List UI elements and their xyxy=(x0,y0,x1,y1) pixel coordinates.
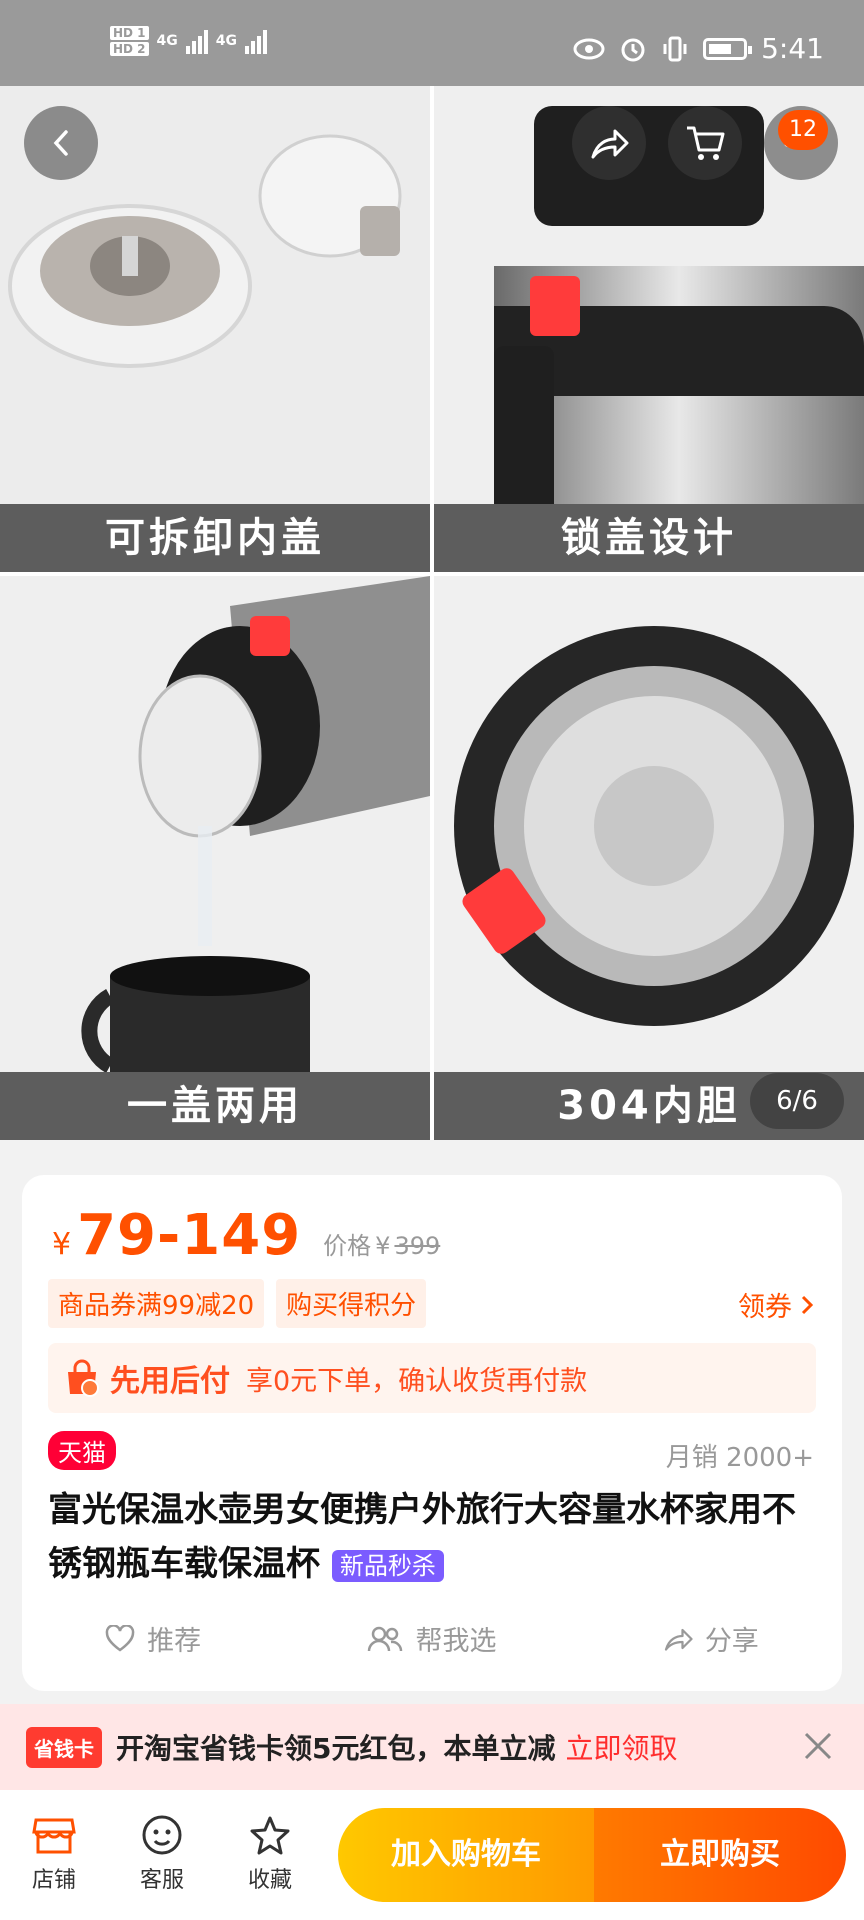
buy-now-button[interactable]: 立即购买 xyxy=(594,1808,846,1902)
gallery-caption: 可拆卸内盖 xyxy=(0,504,430,572)
points-tag[interactable]: 购买得积分 xyxy=(276,1279,427,1328)
promo-text: 开淘宝省钱卡领5元红包，本单立减 xyxy=(116,1732,556,1765)
signal-icon-2 xyxy=(245,28,267,54)
shop-button[interactable]: 店铺 xyxy=(14,1814,94,1894)
add-to-cart-button[interactable]: 加入购物车 xyxy=(338,1808,594,1902)
product-actions: 推荐 帮我选 分享 xyxy=(22,1619,842,1658)
share-action-button[interactable]: 分享 xyxy=(663,1619,759,1658)
share-icon xyxy=(591,129,629,159)
cart-button[interactable] xyxy=(668,106,742,180)
claim-now-link[interactable]: 立即领取 xyxy=(565,1727,677,1767)
gallery-tile-dual-use-lid: 一盖两用 xyxy=(0,576,430,1140)
product-info-card: ¥ 79-149 价格 ¥ 399 商品券满99减20 购买得积分 领券 先用后… xyxy=(22,1175,842,1691)
gallery-page-indicator: 6/6 xyxy=(750,1073,844,1129)
cart-icon xyxy=(687,126,725,160)
product-title: 富光保温水壶男女便携户外旅行大容量水杯家用不锈钢瓶车载保温杯 新品秒杀 xyxy=(48,1483,818,1593)
status-signal-group: HD 1 HD 2 4G 4G xyxy=(110,26,267,56)
share-button[interactable] xyxy=(572,106,646,180)
pay-later-banner[interactable]: 先用后付 享0元下单，确认收货再付款 xyxy=(48,1343,816,1413)
get-coupon-link[interactable]: 领券 xyxy=(738,1285,814,1324)
battery-icon xyxy=(703,37,753,60)
favorite-label: 收藏 xyxy=(247,1868,292,1893)
original-price-label: 价格 xyxy=(323,1232,372,1260)
alarm-icon xyxy=(621,38,645,61)
net2-label: 4G xyxy=(215,33,237,49)
favorite-button[interactable]: 收藏 xyxy=(230,1814,310,1894)
net1-label: 4G xyxy=(156,33,178,49)
users-icon xyxy=(368,1626,403,1651)
savings-card-promo[interactable]: 省钱卡 开淘宝省钱卡领5元红包，本单立减 立即领取 xyxy=(0,1704,864,1790)
share-label: 分享 xyxy=(704,1626,759,1657)
tmall-badge: 天猫 xyxy=(48,1431,116,1470)
pay-later-desc: 享0元下单，确认收货再付款 xyxy=(246,1365,588,1397)
hd-indicators: HD 1 HD 2 xyxy=(110,26,149,56)
recommend-label: 推荐 xyxy=(147,1626,202,1657)
shopping-bag-icon xyxy=(68,1359,99,1397)
gallery-caption: 一盖两用 xyxy=(0,1072,430,1140)
back-button[interactable] xyxy=(24,106,98,180)
close-icon[interactable] xyxy=(798,1726,838,1766)
new-flash-sale-tag: 新品秒杀 xyxy=(331,1549,444,1582)
gallery-tile-304-liner: 304内胆 xyxy=(434,576,864,1140)
product-image-gallery[interactable]: 可拆卸内盖 锁盖设计 一盖两用 304内胆 xyxy=(0,86,864,1140)
hd1-label: HD 1 xyxy=(110,26,149,40)
shop-label: 店铺 xyxy=(31,1868,76,1893)
status-bar: HD 1 HD 2 4G 4G 5:41 xyxy=(0,0,864,86)
gallery-caption: 锁盖设计 xyxy=(434,504,864,572)
pay-later-title: 先用后付 xyxy=(110,1364,230,1399)
eye-icon xyxy=(573,38,605,59)
savings-card-badge: 省钱卡 xyxy=(26,1726,102,1768)
status-time: 5:41 xyxy=(761,32,824,65)
price-currency: ¥ xyxy=(52,1227,72,1262)
original-price-currency: ¥ xyxy=(375,1232,391,1260)
store-icon xyxy=(32,1818,76,1854)
dual-use-lid-image xyxy=(0,576,430,1140)
customer-service-button[interactable]: 客服 xyxy=(122,1814,202,1894)
star-icon xyxy=(250,1816,290,1855)
share-icon xyxy=(664,1628,693,1651)
bottom-action-bar: 店铺 客服 收藏 加入购物车 立即购买 xyxy=(0,1790,864,1920)
coupon-tags: 商品券满99减20 购买得积分 xyxy=(48,1279,427,1328)
vibrate-icon xyxy=(663,36,687,61)
hd2-label: HD 2 xyxy=(110,42,149,56)
help-choose-button[interactable]: 帮我选 xyxy=(367,1619,496,1658)
monthly-sales: 月销 2000+ xyxy=(665,1443,814,1473)
recommend-button[interactable]: 推荐 xyxy=(105,1619,201,1658)
304-liner-image xyxy=(434,576,864,1140)
chevron-left-icon xyxy=(53,130,68,156)
get-coupon-label: 领券 xyxy=(738,1292,792,1323)
heart-icon xyxy=(105,1624,135,1652)
price-range: 79-149 xyxy=(77,1203,302,1268)
original-price-value: 399 xyxy=(394,1232,441,1260)
chevron-right-icon xyxy=(801,1295,814,1314)
signal-icon xyxy=(185,28,208,54)
customer-service-label: 客服 xyxy=(139,1868,184,1893)
help-choose-label: 帮我选 xyxy=(415,1626,497,1657)
status-right-group: 5:41 xyxy=(573,32,824,65)
coupon-tag[interactable]: 商品券满99减20 xyxy=(48,1279,265,1328)
price-row: ¥ 79-149 价格 ¥ 399 xyxy=(52,1203,440,1268)
cart-count-badge: 12 xyxy=(778,110,828,150)
service-face-icon xyxy=(142,1815,182,1855)
